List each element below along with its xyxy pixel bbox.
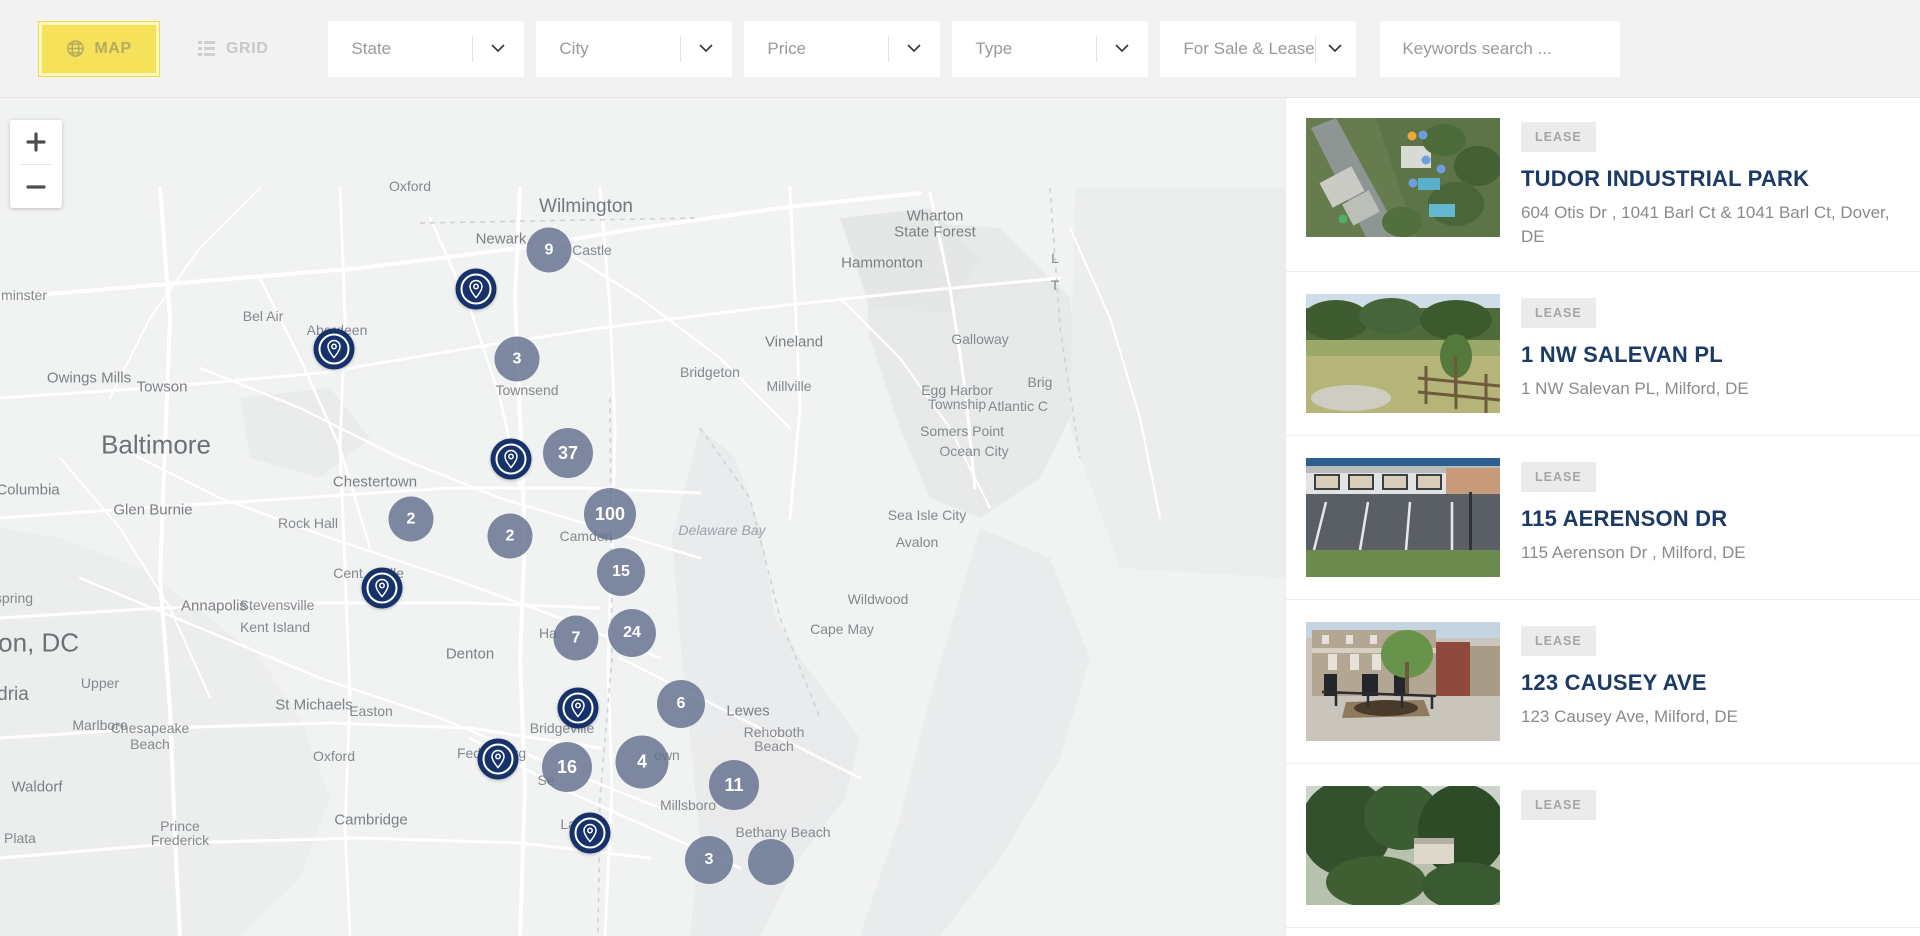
listing-thumbnail[interactable]: [1306, 458, 1500, 578]
map-property-pin[interactable]: [455, 268, 497, 310]
plus-icon: [26, 132, 46, 152]
map-cluster-marker[interactable]: [748, 839, 794, 885]
listing-card[interactable]: LEASE 123 CAUSEY AVE 123 Causey Ave, Milfo…: [1286, 600, 1920, 765]
location-pin-icon: [375, 578, 389, 598]
state-filter-select[interactable]: State: [328, 20, 525, 77]
city-filter-value: City: [559, 38, 589, 58]
listing-info: LEASE: [1521, 786, 1890, 834]
grid-icon: [198, 41, 215, 56]
listing-card[interactable]: LEASE 1 NW SALEVAN PL 1 NW Salevan PL, Mil…: [1286, 272, 1920, 437]
location-pin-icon: [504, 449, 518, 469]
map-cluster-marker[interactable]: 6: [657, 680, 705, 728]
grid-view-label: GRID: [226, 39, 269, 57]
listing-card[interactable]: LEASE: [1286, 764, 1920, 929]
listing-thumbnail[interactable]: [1306, 118, 1500, 237]
location-pin-icon: [327, 339, 341, 359]
map-property-pin[interactable]: [477, 738, 519, 780]
listing-thumbnail[interactable]: [1306, 786, 1500, 906]
location-pin-icon: [469, 279, 483, 299]
view-mode-toggle: MAP GRID: [38, 20, 280, 77]
type-filter-select[interactable]: Type: [952, 20, 1149, 77]
filter-group: State City Price Type For Sale & Lease K…: [328, 20, 1621, 77]
status-badge: LEASE: [1521, 122, 1596, 152]
map-cluster-marker[interactable]: 4: [615, 735, 669, 789]
map-cluster-marker[interactable]: 24: [608, 609, 656, 657]
map-cluster-marker[interactable]: 3: [685, 836, 733, 884]
listing-card[interactable]: LEASE 115 AERENSON DR 115 Aerenson Dr , Mi…: [1286, 436, 1920, 601]
map-view-label: MAP: [94, 39, 132, 57]
price-filter-value: Price: [767, 38, 807, 58]
state-filter-value: State: [351, 38, 392, 58]
listing-type-filter-value: For Sale & Lease: [1183, 38, 1315, 58]
listing-title[interactable]: TUDOR INDUSTRIAL PARK: [1521, 166, 1890, 192]
listing-info: LEASE 1 NW SALEVAN PL 1 NW Salevan PL, Mil…: [1521, 294, 1890, 401]
map-cluster-marker[interactable]: 100: [584, 488, 636, 540]
listing-card[interactable]: LEASE TUDOR INDUSTRIAL PARK 604 Otis Dr , …: [1286, 98, 1920, 273]
map-property-pin[interactable]: [490, 438, 532, 480]
chevron-down-icon: [1097, 44, 1147, 53]
listing-results-panel[interactable]: LEASE TUDOR INDUSTRIAL PARK 604 Otis Dr , …: [1285, 98, 1920, 936]
map-property-pin[interactable]: [569, 812, 611, 854]
map-cluster-marker[interactable]: 16: [542, 742, 592, 792]
map-property-pin[interactable]: [361, 567, 403, 609]
listing-thumbnail[interactable]: [1306, 294, 1500, 414]
chevron-down-icon: [889, 44, 939, 53]
search-input[interactable]: [1380, 20, 1621, 77]
listing-title[interactable]: 1 NW SALEVAN PL: [1521, 342, 1890, 368]
top-toolbar: MAP GRID State City Price Type For Sale …: [0, 0, 1920, 98]
listing-info: LEASE TUDOR INDUSTRIAL PARK 604 Otis Dr , …: [1521, 118, 1890, 249]
location-pin-icon: [571, 698, 585, 718]
status-badge: LEASE: [1521, 462, 1596, 493]
keywords-search-box[interactable]: [1380, 20, 1621, 77]
location-pin-icon: [583, 823, 597, 843]
listing-type-filter-select[interactable]: For Sale & Lease: [1160, 20, 1357, 77]
status-badge: LEASE: [1521, 790, 1596, 821]
status-badge: LEASE: [1521, 626, 1596, 657]
listing-info: LEASE 123 CAUSEY AVE 123 Causey Ave, Milfo…: [1521, 622, 1890, 729]
minus-icon: [26, 185, 46, 189]
listing-address: 115 Aerenson Dr , Milford, DE: [1521, 543, 1746, 563]
map-cluster-marker[interactable]: 2: [388, 496, 434, 542]
map-canvas[interactable]: Oxford Wilmington Wharton State Forest Newar…: [0, 98, 1285, 936]
map-property-pin[interactable]: [313, 328, 355, 370]
chevron-down-icon: [1316, 44, 1356, 53]
map-property-pin[interactable]: [557, 687, 599, 729]
zoom-in-button[interactable]: [10, 120, 62, 164]
price-filter-select[interactable]: Price: [744, 20, 941, 77]
map-cluster-marker[interactable]: 2: [487, 513, 533, 559]
globe-icon: [66, 39, 85, 58]
listing-title[interactable]: 115 AERENSON DR: [1521, 506, 1890, 532]
status-badge: LEASE: [1521, 298, 1596, 329]
listing-address: 1 NW Salevan PL, Milford, DE: [1521, 379, 1749, 399]
city-filter-select[interactable]: City: [536, 20, 733, 77]
listing-title[interactable]: 123 CAUSEY AVE: [1521, 670, 1890, 696]
map-cluster-marker[interactable]: 37: [543, 428, 593, 478]
listing-info: LEASE 115 AERENSON DR 115 Aerenson Dr , Mi…: [1521, 458, 1890, 565]
map-view-button[interactable]: MAP: [38, 20, 160, 77]
zoom-out-button[interactable]: [10, 165, 62, 209]
map-base-layer: [0, 98, 1285, 936]
map-cluster-marker[interactable]: 7: [553, 615, 599, 661]
listing-address: 123 Causey Ave, Milford, DE: [1521, 707, 1739, 727]
location-pin-icon: [491, 749, 505, 769]
map-cluster-marker[interactable]: 3: [494, 336, 540, 382]
map-cluster-marker[interactable]: 15: [597, 548, 645, 596]
chevron-down-icon: [681, 44, 731, 53]
map-cluster-marker[interactable]: 9: [526, 227, 572, 273]
grid-view-button[interactable]: GRID: [186, 21, 280, 77]
type-filter-value: Type: [975, 38, 1013, 58]
listing-address: 604 Otis Dr , 1041 Barl Ct & 1041 Barl C…: [1521, 203, 1890, 247]
map-cluster-marker[interactable]: 11: [709, 760, 759, 810]
map-zoom-control[interactable]: [10, 120, 62, 208]
listing-thumbnail[interactable]: [1306, 622, 1500, 742]
chevron-down-icon: [473, 44, 523, 53]
